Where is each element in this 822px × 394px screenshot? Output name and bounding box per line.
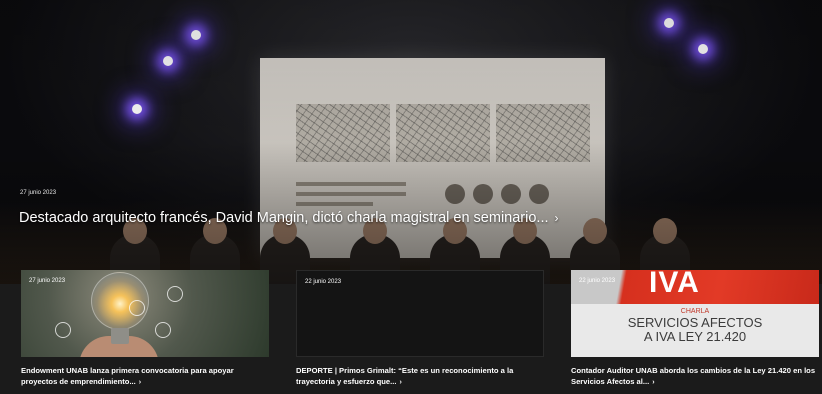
servicios-heading: SERVICIOS AFECTOS A IVA LEY 21.420 — [571, 316, 819, 343]
news-card-image[interactable]: IVA CHARLA SERVICIOS AFECTOS A IVA LEY 2… — [571, 270, 819, 357]
servicios-line-2: A IVA LEY 21.420 — [643, 328, 747, 344]
news-card-title-link[interactable]: Endowment UNAB lanza primera convocatori… — [21, 365, 269, 388]
charla-label: CHARLA — [680, 308, 710, 315]
chevron-right-icon: › — [652, 379, 655, 386]
news-card-date: 22 junio 2023 — [305, 279, 342, 285]
servicios-line-1: SERVICIOS AFECTOS — [627, 315, 763, 330]
iva-banner-text: IVA — [649, 270, 700, 299]
news-card-date: 27 junio 2023 — [29, 278, 66, 284]
news-card-image[interactable]: 22 junio 2023 — [296, 270, 544, 357]
chevron-right-icon: › — [554, 211, 559, 225]
news-card-title: DEPORTE | Primos Grimalt: “Este es un re… — [296, 366, 514, 386]
news-card-title: Endowment UNAB lanza primera convocatori… — [21, 366, 234, 386]
hero-title-link[interactable]: Destacado arquitecto francés, David Mang… — [19, 210, 559, 226]
money-icon — [55, 322, 71, 338]
chevron-right-icon: › — [138, 379, 142, 386]
piggy-bank-icon — [167, 286, 183, 302]
news-card[interactable]: 27 junio 2023 Endowment UNAB lanza prime… — [21, 270, 269, 388]
news-card[interactable]: 22 junio 2023 DEPORTE | Primos Grimalt: … — [296, 270, 544, 388]
news-card-title-link[interactable]: Contador Auditor UNAB aborda los cambios… — [571, 365, 819, 388]
news-card[interactable]: IVA CHARLA SERVICIOS AFECTOS A IVA LEY 2… — [571, 270, 819, 388]
news-card-image[interactable]: 27 junio 2023 — [21, 270, 269, 357]
news-card-title-link[interactable]: DEPORTE | Primos Grimalt: “Este es un re… — [296, 365, 544, 388]
gear-icon — [129, 300, 145, 316]
hero-date: 27 junio 2023 — [20, 190, 57, 196]
hero-title-text: Destacado arquitecto francés, David Mang… — [19, 210, 549, 226]
news-card-title: Contador Auditor UNAB aborda los cambios… — [571, 366, 816, 386]
hero-news[interactable]: 27 junio 2023 Destacado arquitecto franc… — [0, 0, 822, 284]
chevron-right-icon: › — [399, 379, 402, 386]
team-icon — [155, 322, 171, 338]
hero-overlay — [0, 0, 822, 284]
news-card-date: 22 junio 2023 — [579, 278, 616, 284]
